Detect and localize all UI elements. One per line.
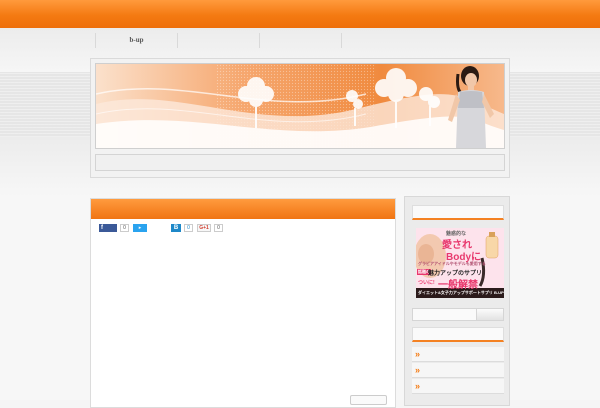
facebook-count: 0 — [120, 224, 129, 232]
search-button[interactable] — [476, 309, 503, 320]
main-content-panel: f 0 ▸ B 0 G+1 0 — [90, 198, 396, 408]
site-description-bar — [95, 154, 505, 171]
global-nav: b-up — [95, 33, 343, 48]
arrow-right-icon: » — [415, 365, 421, 375]
hatena-share: B 0 — [171, 224, 193, 232]
twitter-icon[interactable]: ▸ — [133, 224, 147, 232]
facebook-icon[interactable]: f — [99, 224, 117, 232]
ad-line-2: ついに! — [418, 280, 435, 286]
sidebar-widget-title-2 — [412, 327, 504, 342]
hatena-bookmark-icon[interactable]: B — [171, 224, 181, 232]
google-plus-share: G+1 0 — [197, 224, 223, 232]
google-plus-count: 0 — [214, 224, 223, 232]
search-input[interactable] — [412, 308, 504, 321]
hatena-count: 0 — [184, 224, 193, 232]
nav-item-2[interactable] — [177, 33, 259, 48]
ad-footer: ダイエット&女子力アップサポートサプリ B-UP — [418, 290, 504, 295]
nav-item-b-up[interactable]: b-up — [95, 33, 177, 48]
pagination-tab[interactable] — [350, 395, 387, 405]
sidebar-link-3[interactable]: » — [412, 379, 504, 394]
sidebar-ad-banner[interactable]: 魅惑的な 愛され Bodyに グラビアアイドルやモデルも愛用する 話題の 魅力ア… — [416, 228, 504, 298]
top-accent-bar — [0, 0, 600, 28]
google-plus-icon[interactable]: G+1 — [197, 224, 211, 232]
nav-item-3[interactable] — [259, 33, 341, 48]
arrow-right-icon: » — [415, 349, 421, 359]
nav-item-4[interactable] — [341, 33, 343, 48]
sidebar-link-1[interactable]: » — [412, 347, 504, 362]
facebook-share: f 0 ▸ — [99, 224, 147, 232]
post-title-bar — [91, 199, 395, 219]
sidebar-widget-title — [412, 205, 504, 220]
ad-line-3: 一般解禁 — [438, 280, 478, 291]
arrow-right-icon: » — [415, 381, 421, 391]
ad-sub: グラビアアイドルやモデルも愛用する — [418, 261, 486, 266]
header-banner-image[interactable] — [95, 63, 505, 149]
sidebar-link-2[interactable]: » — [412, 363, 504, 378]
sidebar: 魅惑的な 愛され Bodyに グラビアアイドルやモデルも愛用する 話題の 魅力ア… — [404, 196, 510, 406]
